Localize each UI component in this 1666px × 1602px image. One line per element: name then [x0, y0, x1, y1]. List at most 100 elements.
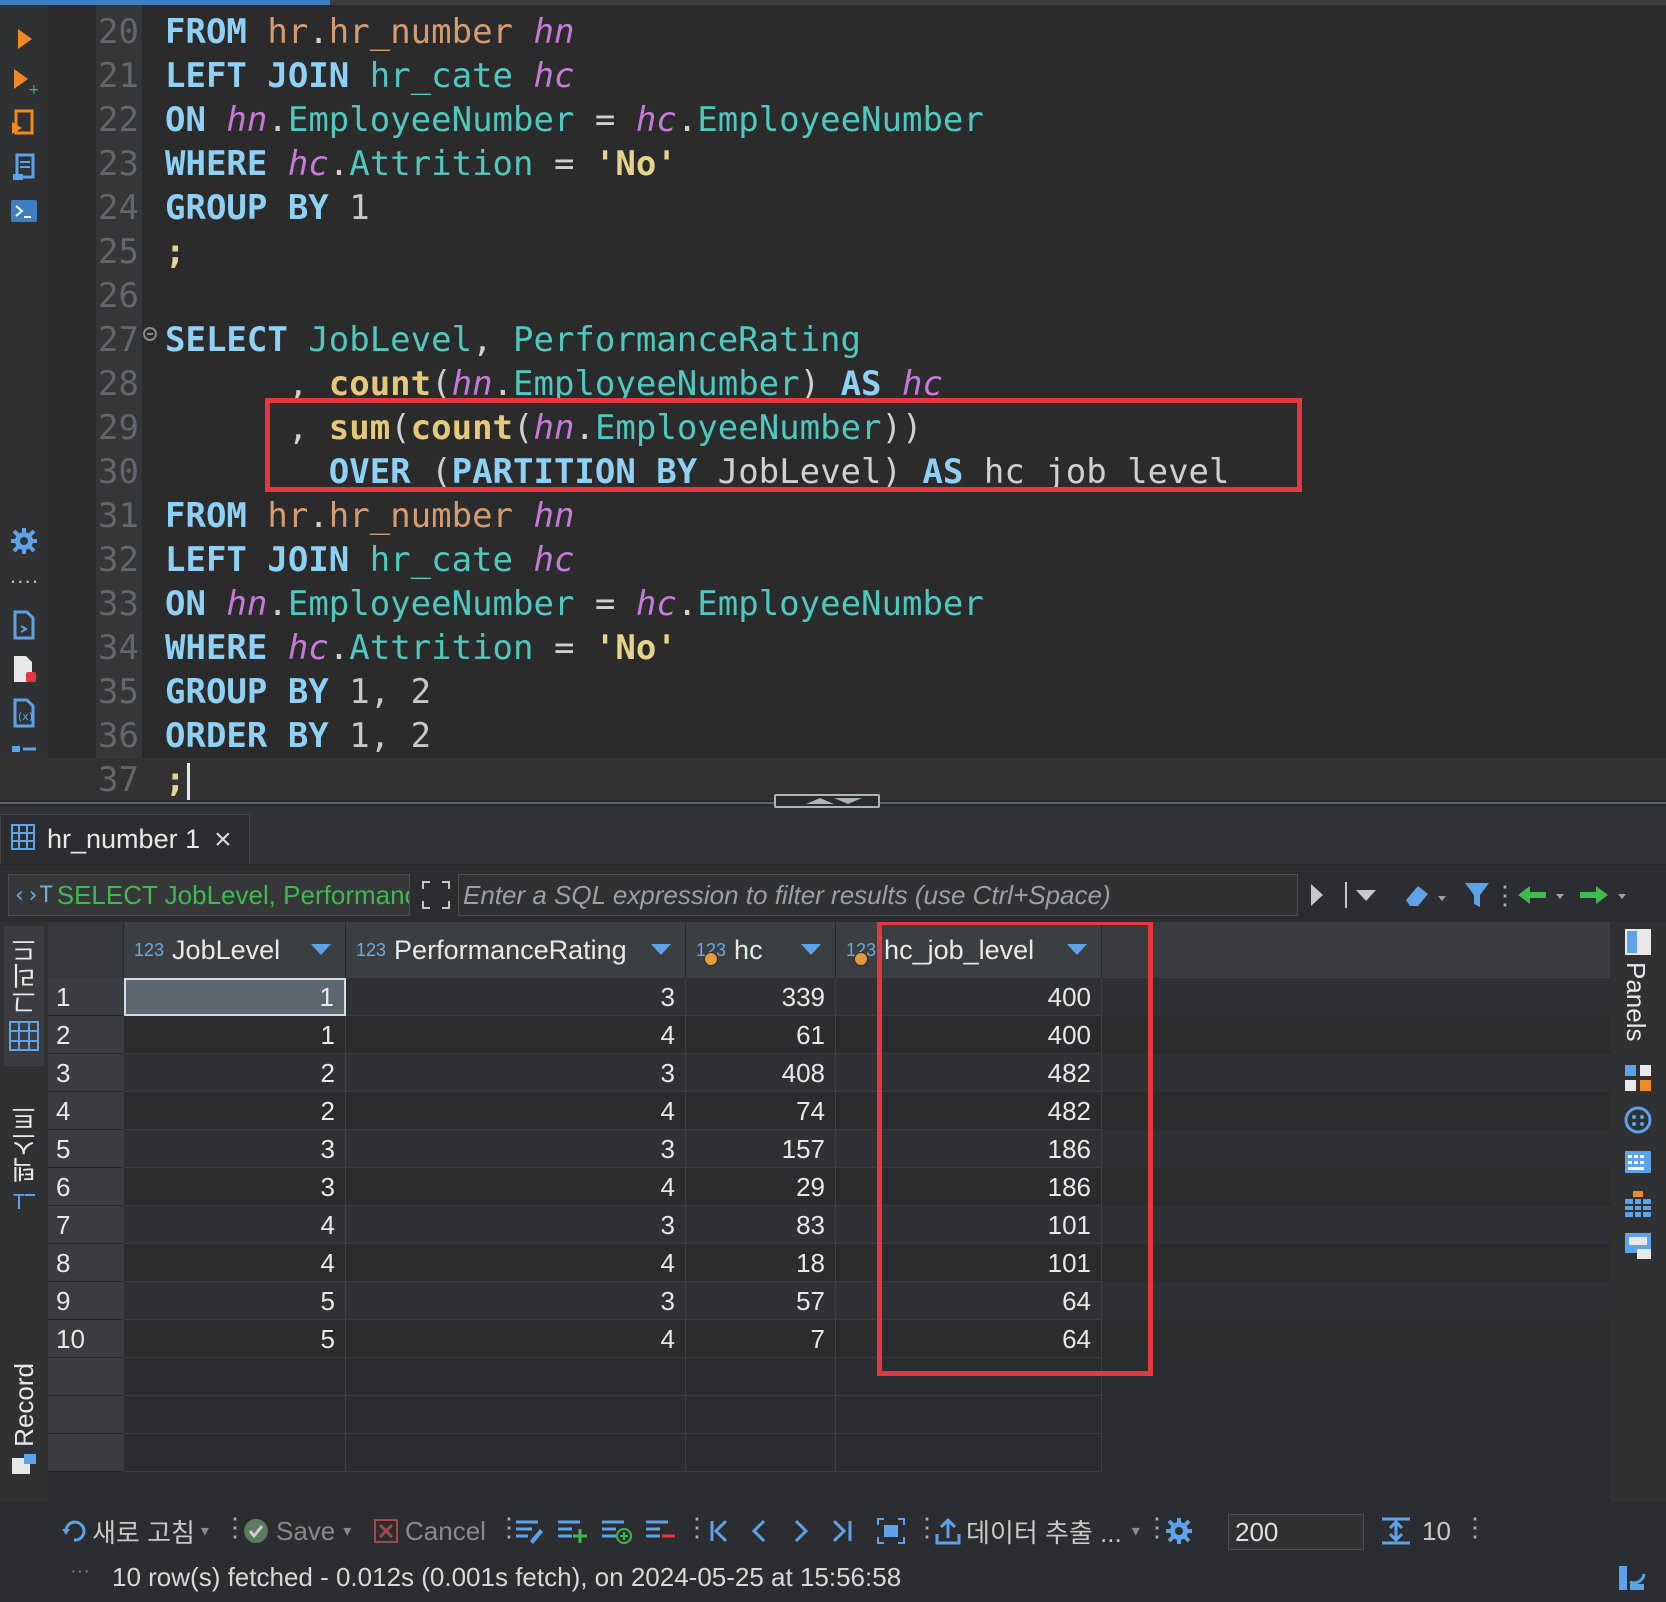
grid-cell[interactable]: 5: [124, 1320, 346, 1358]
panels-toggle-icon[interactable]: [1622, 926, 1654, 958]
grid-cell[interactable]: 186: [836, 1168, 1102, 1206]
table-row[interactable]: 4 2 4 74 482: [48, 1092, 1610, 1130]
code-line[interactable]: 24 GROUP BY 1: [0, 186, 1666, 230]
grid-cell[interactable]: 3: [346, 1054, 686, 1092]
back-arrow-icon[interactable]: [1516, 876, 1572, 914]
column-header-performancerating[interactable]: 123 PerformanceRating: [346, 922, 686, 978]
close-tab-icon[interactable]: ×: [214, 824, 232, 855]
code-line[interactable]: 27 SELECT JobLevel, PerformanceRating: [0, 318, 1666, 362]
grid-cell[interactable]: 482: [836, 1092, 1102, 1130]
previous-page-icon[interactable]: [750, 1514, 770, 1548]
column-header-joblevel[interactable]: 123 JobLevel: [124, 922, 346, 978]
grid-cell[interactable]: 18: [686, 1244, 836, 1282]
row-number[interactable]: 5: [48, 1130, 124, 1168]
fetch-settings-icon[interactable]: [1164, 1514, 1194, 1548]
grid-cell[interactable]: 64: [836, 1320, 1102, 1358]
next-page-icon[interactable]: [790, 1514, 810, 1548]
code-line[interactable]: 34 WHERE hc.Attrition = 'No': [0, 626, 1666, 670]
layout-toggle-icon[interactable]: [1616, 1562, 1648, 1599]
grid-cell[interactable]: 83: [686, 1206, 836, 1244]
splitter-handle[interactable]: [774, 794, 880, 808]
grid-cell[interactable]: 4: [346, 1244, 686, 1282]
table-row[interactable]: 6 3 4 29 186: [48, 1168, 1610, 1206]
grouping-icon[interactable]: [1622, 1188, 1654, 1220]
grid-cell[interactable]: 1: [124, 1016, 346, 1054]
refresh-button[interactable]: 새로 고침 ▾: [60, 1514, 209, 1548]
save-dropdown-icon[interactable]: ▾: [343, 1521, 351, 1541]
grid-cell[interactable]: 408: [686, 1054, 836, 1092]
grid-cell[interactable]: 3: [346, 1130, 686, 1168]
grid-cell[interactable]: 400: [836, 978, 1102, 1016]
code-line[interactable]: 25;: [0, 230, 1666, 274]
fetch-size-input[interactable]: [1228, 1514, 1364, 1550]
add-row-icon[interactable]: [556, 1514, 588, 1548]
text-view-tab[interactable]: 텍스트 T: [4, 1098, 44, 1228]
delete-row-icon[interactable]: [644, 1514, 676, 1548]
grid-cell[interactable]: 186: [836, 1130, 1102, 1168]
grid-view-tab[interactable]: 그리드: [4, 926, 44, 1066]
grid-cell[interactable]: 4: [124, 1244, 346, 1282]
forward-arrow-icon[interactable]: [1578, 876, 1634, 914]
row-number[interactable]: 8: [48, 1244, 124, 1282]
grid-cell[interactable]: 3: [346, 978, 686, 1016]
grid-cell[interactable]: 64: [836, 1282, 1102, 1320]
grid-cell[interactable]: 4: [346, 1092, 686, 1130]
code-line[interactable]: 32 LEFT JOIN hr_cate hc: [0, 538, 1666, 582]
code-line[interactable]: 23 WHERE hc.Attrition = 'No': [0, 142, 1666, 186]
grid-corner[interactable]: [48, 922, 124, 978]
row-number[interactable]: 6: [48, 1168, 124, 1206]
export-data-button[interactable]: 데이터 추출 ... ▾: [934, 1514, 1140, 1548]
row-number[interactable]: 4: [48, 1092, 124, 1130]
grid-cell[interactable]: 3: [124, 1168, 346, 1206]
query-text-box[interactable]: ‹›T SELECT JobLevel, Performanc: [8, 874, 410, 916]
row-number[interactable]: 10: [48, 1320, 124, 1358]
cancel-button[interactable]: Cancel: [373, 1514, 486, 1548]
row-number[interactable]: 9: [48, 1282, 124, 1320]
table-row[interactable]: 9 5 3 57 64: [48, 1282, 1610, 1320]
code-line[interactable]: 21 LEFT JOIN hr_cate hc: [0, 54, 1666, 98]
record-view-tab[interactable]: Record: [4, 1348, 44, 1498]
grid-cell[interactable]: 4: [346, 1016, 686, 1054]
fetch-all-rows-button[interactable]: 10: [1380, 1514, 1451, 1548]
sort-dropdown-icon[interactable]: [311, 944, 331, 955]
grid-cell[interactable]: 3: [346, 1282, 686, 1320]
grid-cell[interactable]: 3: [124, 1130, 346, 1168]
table-row[interactable]: 10 5 4 7 64: [48, 1320, 1610, 1358]
grid-cell[interactable]: 57: [686, 1282, 836, 1320]
save-button[interactable]: Save ▾: [242, 1514, 351, 1548]
table-row[interactable]: 2 1 4 61 400: [48, 1016, 1610, 1054]
calculator-icon[interactable]: [1622, 1146, 1654, 1178]
code-line[interactable]: 31 FROM hr.hr_number hn: [0, 494, 1666, 538]
first-page-icon[interactable]: [708, 1514, 734, 1548]
grid-cell[interactable]: 339: [686, 978, 836, 1016]
grid-cell[interactable]: 29: [686, 1168, 836, 1206]
grid-cell[interactable]: 61: [686, 1016, 836, 1054]
expand-icon[interactable]: [418, 876, 454, 914]
value-viewer-icon[interactable]: [1622, 1062, 1654, 1094]
fit-screen-icon[interactable]: [876, 1514, 906, 1548]
eraser-icon[interactable]: [1402, 876, 1446, 914]
grid-cell[interactable]: 101: [836, 1244, 1102, 1282]
column-header-hc[interactable]: 123 hc: [686, 922, 836, 978]
grid-cell[interactable]: 400: [836, 1016, 1102, 1054]
row-number[interactable]: 2: [48, 1016, 124, 1054]
dashboard-icon[interactable]: [1622, 1230, 1654, 1262]
grid-cell[interactable]: 2: [124, 1092, 346, 1130]
copy-row-icon[interactable]: [600, 1514, 632, 1548]
sort-dropdown-icon[interactable]: [1067, 944, 1087, 955]
grid-cell[interactable]: 4: [346, 1320, 686, 1358]
table-row[interactable]: 5 3 3 157 186: [48, 1130, 1610, 1168]
grid-cell[interactable]: 4: [346, 1168, 686, 1206]
row-number[interactable]: 3: [48, 1054, 124, 1092]
grid-cell[interactable]: 2: [124, 1054, 346, 1092]
filter-funnel-icon[interactable]: [1460, 876, 1494, 914]
code-line[interactable]: 22 ON hn.EmployeeNumber = hc.EmployeeNumb…: [0, 98, 1666, 142]
table-row[interactable]: 3 2 3 408 482: [48, 1054, 1610, 1092]
grid-cell[interactable]: 5: [124, 1282, 346, 1320]
filter-input[interactable]: [458, 874, 1298, 916]
grid-cell[interactable]: 7: [686, 1320, 836, 1358]
code-line[interactable]: 26: [0, 274, 1666, 318]
results-grid[interactable]: 123 JobLevel 123 PerformanceRating 123 hc 123 h…: [48, 922, 1610, 1502]
grid-cell[interactable]: 3: [346, 1206, 686, 1244]
export-dropdown-icon[interactable]: ▾: [1132, 1521, 1140, 1541]
